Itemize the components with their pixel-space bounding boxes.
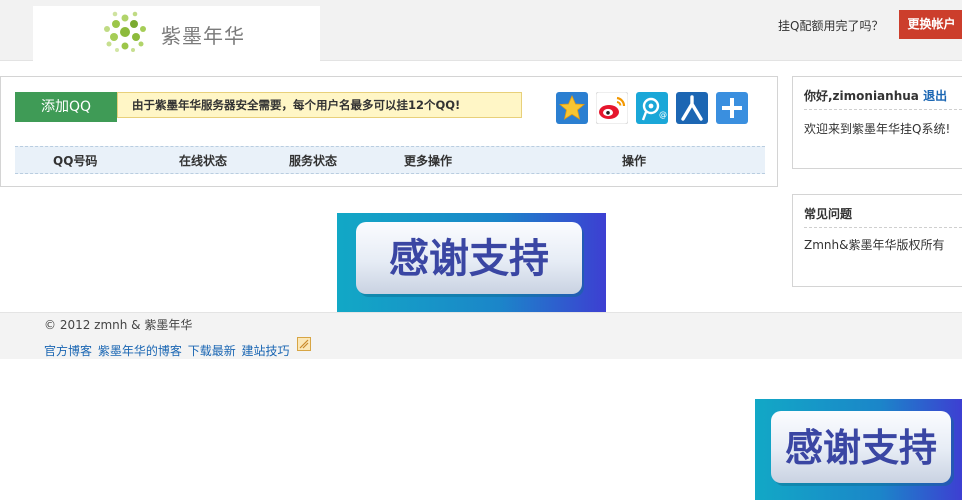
quota-link[interactable]: 挂Q配额用完了吗？ [778, 17, 883, 34]
footer-link-official-blog[interactable]: 官方博客 [44, 344, 92, 358]
column-online-status: 在线状态 [179, 154, 228, 168]
rss-icon[interactable] [297, 337, 311, 351]
notice-bar: 由于紫墨年华服务器安全需要，每个用户名最多可以挂12个QQ! [117, 92, 522, 118]
user-panel: 你好,zimonianhua 退出 欢迎来到紫墨年华挂Q系统! [792, 76, 962, 169]
footer-link-download[interactable]: 下载最新 [188, 344, 236, 358]
thanks-banner[interactable]: 感谢支持 [337, 213, 606, 312]
footer-link-zmnh-blog[interactable]: 紫墨年华的博客 [98, 344, 182, 358]
banner-text: 感谢支持 [389, 236, 549, 282]
divider [804, 227, 962, 228]
weibo-icon[interactable] [596, 92, 628, 124]
user-greeting: 你好,zimonianhua 退出 [804, 87, 947, 104]
column-service-status: 服务状态 [289, 154, 338, 168]
tencent-weibo-icon[interactable]: @ [636, 92, 668, 124]
column-more-actions: 更多操作 [404, 154, 453, 168]
divider [804, 109, 962, 110]
switch-account-button[interactable]: 更换帐户 [899, 10, 962, 39]
faq-text: Zmnh&紫墨年华版权所有 [804, 238, 945, 252]
column-qq-number: QQ号码 [53, 154, 98, 168]
greeting-text: 你好,zimonianhua [804, 89, 919, 103]
qzone-icon[interactable] [556, 92, 588, 124]
logout-link[interactable]: 退出 [923, 89, 947, 103]
thanks-banner-float[interactable]: 感谢支持 [755, 399, 962, 500]
footer-link-site-tips[interactable]: 建站技巧 [242, 344, 290, 358]
top-bar: 紫墨年华 挂Q配额用完了吗？ 更换帐户 [0, 0, 962, 61]
add-qq-button[interactable]: 添加QQ [15, 92, 117, 122]
logo-dots-icon [104, 11, 146, 52]
faq-panel: 常见问题 Zmnh&紫墨年华版权所有 [792, 194, 962, 287]
svg-text:@: @ [659, 110, 667, 119]
qq-table-header: QQ号码 在线状态 服务状态 更多操作 操作 [15, 146, 765, 174]
copyright-text: © 2012 zmnh & 紫墨年华 [44, 318, 193, 332]
logo-text: 紫墨年华 [161, 24, 245, 48]
footer: © 2012 zmnh & 紫墨年华 官方博客 紫墨年华的博客 下载最新 建站技… [0, 312, 962, 359]
column-actions: 操作 [622, 154, 647, 168]
more-share-icon[interactable] [716, 92, 748, 124]
qq-list-panel: 添加QQ 由于紫墨年华服务器安全需要，每个用户名最多可以挂12个QQ! @ QQ… [0, 76, 778, 187]
site-logo[interactable]: 紫墨年华 [33, 6, 320, 61]
welcome-text: 欢迎来到紫墨年华挂Q系统! [804, 122, 951, 136]
footer-links: 官方博客 紫墨年华的博客 下载最新 建站技巧 [44, 342, 292, 359]
faq-title: 常见问题 [804, 207, 853, 221]
renren-icon[interactable] [676, 92, 708, 124]
banner-text: 感谢支持 [785, 426, 937, 470]
